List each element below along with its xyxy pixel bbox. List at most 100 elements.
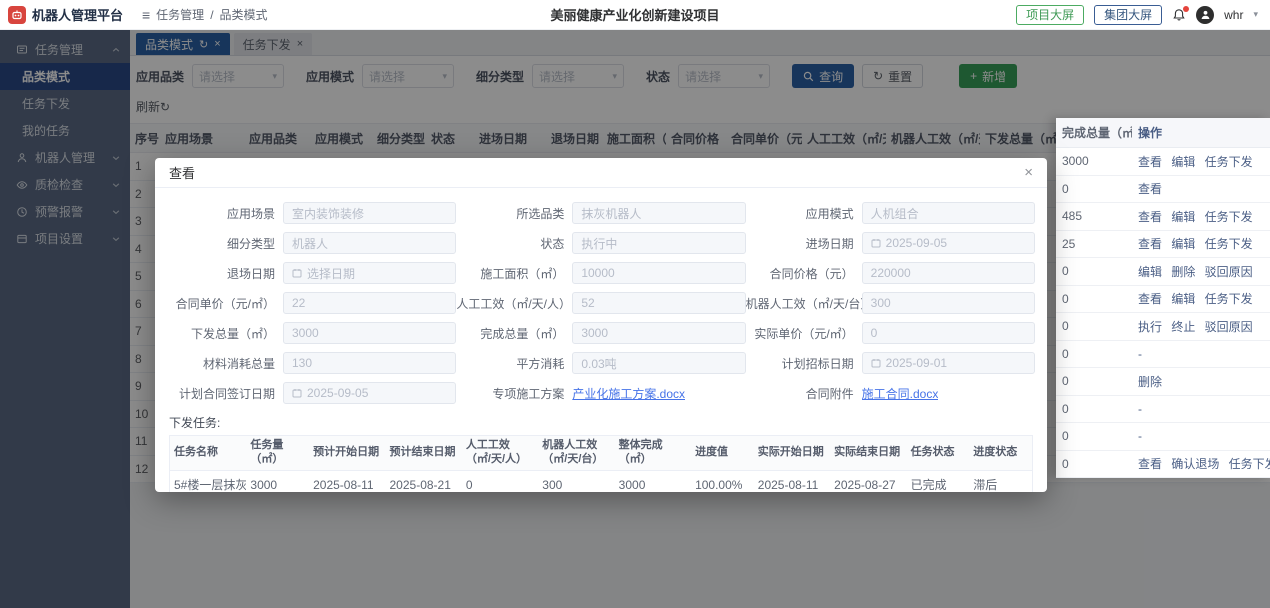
cell-done: 0 — [1062, 264, 1069, 279]
row-actions[interactable]: 查看 — [1132, 176, 1270, 203]
field-label: 合同价格（元） — [769, 266, 854, 281]
fixed-row: 0 查看 确认退场 任务下发 — [1056, 450, 1270, 478]
user-menu-chevron-down-icon[interactable]: ▾ — [1253, 9, 1258, 20]
close-icon[interactable]: × — [1024, 165, 1033, 180]
modal-header: 查看 × — [155, 158, 1047, 188]
scene-field[interactable]: 室内装饰装修 — [283, 202, 457, 224]
row-actions[interactable]: 删除 — [1132, 368, 1270, 395]
subcell-plan-end: 2025-08-21 — [389, 477, 451, 492]
breadcrumb-separator: / — [210, 7, 214, 22]
row-actions[interactable]: 查看 编辑 任务下发 — [1132, 231, 1270, 258]
price-field[interactable]: 220000 — [861, 262, 1035, 284]
field-label: 实际单价（元/㎡） — [754, 326, 854, 341]
field-label: 退场日期 — [226, 266, 275, 281]
modal-title: 查看 — [169, 166, 196, 181]
subcol-done: 整体完成（㎡） — [618, 439, 663, 465]
subcol-plan-end: 预计结束日期 — [389, 445, 456, 458]
cell-done: 0 — [1062, 346, 1069, 361]
row-actions[interactable]: - — [1132, 341, 1270, 368]
enter-date-field[interactable]: 2025-09-05 — [861, 232, 1035, 254]
contract-sign-date-field[interactable]: 2025-09-05 — [283, 382, 457, 404]
row-actions[interactable]: 编辑 删除 驳回原因 — [1132, 258, 1270, 285]
subtask-label: 下发任务: — [169, 416, 221, 430]
subcol-progress: 进度值 — [695, 445, 729, 458]
labor-eff-field[interactable]: 52 — [572, 292, 746, 314]
subcell-plan-start: 2025-08-11 — [313, 477, 374, 492]
fixed-row: 25 查看 编辑 任务下发 — [1056, 230, 1270, 258]
construction-plan-link[interactable]: 产业化施工方案.docx — [572, 385, 685, 402]
username[interactable]: whr — [1224, 8, 1243, 22]
cell-done: 0 — [1062, 181, 1069, 196]
view-modal: 查看 × 应用场景 室内装饰装修 所选品类 抹灰机器人 应用模式 人机组合 细分… — [155, 158, 1047, 492]
project-title: 美丽健康产业化创新建设项目 — [550, 8, 720, 23]
subcell-progress-status: 滞后 — [973, 478, 998, 492]
field-label: 应用模式 — [805, 206, 854, 221]
material-total-field[interactable]: 130 — [283, 352, 457, 374]
subtype-field[interactable]: 机器人 — [283, 232, 457, 254]
row-actions[interactable]: 查看 确认退场 任务下发 — [1132, 451, 1270, 478]
actual-unit-price-field[interactable]: 0 — [861, 322, 1035, 344]
subcell-actual-start: 2025-08-11 — [757, 477, 819, 492]
field-label: 应用场景 — [226, 206, 275, 221]
notification-bell-icon[interactable] — [1172, 5, 1190, 22]
subcol-labor-eff: 人工工效（㎡/天/人） — [465, 439, 528, 465]
subcol-actual-end: 实际结束日期 — [834, 445, 901, 458]
subcell-amount: 3000 — [250, 477, 278, 492]
subcell-name: 5#楼一层抹灰… — [174, 478, 247, 492]
row-actions[interactable]: - — [1132, 423, 1270, 450]
calendar-icon — [871, 358, 881, 368]
subcol-actual-start: 实际开始日期 — [757, 445, 824, 458]
fixed-row: 0 查看 — [1056, 175, 1270, 203]
avatar[interactable] — [1196, 5, 1215, 24]
row-actions[interactable]: 查看 编辑 任务下发 — [1132, 286, 1270, 313]
field-label: 平方消耗 — [516, 356, 565, 371]
subcell-done: 3000 — [618, 477, 646, 492]
field-label: 所选品类 — [516, 206, 565, 221]
exit-date-field[interactable]: 选择日期 — [283, 262, 457, 284]
field-label: 合同附件 — [805, 386, 854, 401]
cell-done: 0 — [1062, 291, 1069, 306]
fixed-row: 0 - — [1056, 340, 1270, 368]
collapse-menu-icon[interactable]: ≡ — [142, 7, 150, 23]
row-actions[interactable]: 执行 终止 驳回原因 — [1132, 313, 1270, 340]
contract-attachment-link[interactable]: 施工合同.docx — [862, 385, 939, 402]
issued-total-field[interactable]: 3000 — [283, 322, 457, 344]
project-screen-button[interactable]: 项目大屏 — [1016, 4, 1085, 25]
header-actions: 项目大屏 集团大屏 whr ▾ — [1016, 4, 1270, 25]
field-label: 人工工效（㎡/天/人） — [456, 296, 571, 311]
category-field[interactable]: 抹灰机器人 — [572, 202, 746, 224]
col-done: 完成总量（㎡） — [1062, 126, 1132, 140]
sqm-consumption-field[interactable]: 0.03吨 — [572, 352, 746, 374]
breadcrumb-section[interactable]: 任务管理 — [156, 6, 204, 23]
bid-date-field[interactable]: 2025-09-01 — [861, 352, 1035, 374]
subcell-actual-end: 2025-08-27 — [834, 477, 896, 492]
breadcrumb: ≡ 任务管理 / 品类模式 — [142, 6, 268, 23]
table-fixed-columns: 完成总量（㎡） 操作 3000 查看 编辑 任务下发 0 查看 485 查看 编… — [1056, 118, 1270, 478]
subcell-progress: 100.00% — [695, 477, 743, 492]
cell-done: 0 — [1062, 401, 1069, 416]
subtask-row: 5#楼一层抹灰… 3000 2025-08-11 2025-08-21 0 30… — [170, 470, 1032, 492]
subcol-plan-start: 预计开始日期 — [313, 445, 380, 458]
subcell-task-status: 已完成 — [910, 478, 947, 492]
cell-done: 0 — [1062, 319, 1069, 334]
row-actions[interactable]: 查看 编辑 任务下发 — [1132, 203, 1270, 230]
area-field[interactable]: 10000 — [572, 262, 746, 284]
mode-field[interactable]: 人机组合 — [861, 202, 1035, 224]
field-label: 完成总量（㎡） — [480, 326, 565, 341]
field-label: 材料消耗总量 — [202, 356, 275, 371]
done-total-field[interactable]: 3000 — [572, 322, 746, 344]
group-screen-button[interactable]: 集团大屏 — [1094, 4, 1163, 25]
app: 机器人管理平台 ≡ 任务管理 / 品类模式 美丽健康产业化创新建设项目 项目大屏… — [0, 0, 1270, 608]
row-actions[interactable]: - — [1132, 396, 1270, 423]
cell-done: 25 — [1062, 236, 1076, 251]
robot-eff-field[interactable]: 300 — [861, 292, 1035, 314]
status-field[interactable]: 执行中 — [572, 232, 746, 254]
row-actions[interactable]: 查看 编辑 任务下发 — [1132, 148, 1270, 175]
subtask-table: 任务名称 任务量（㎡） 预计开始日期 预计结束日期 人工工效（㎡/天/人） 机器… — [169, 435, 1033, 492]
unit-price-field[interactable]: 22 — [283, 292, 457, 314]
col-actions: 操作 — [1138, 126, 1163, 140]
field-label: 状态 — [540, 236, 565, 251]
cell-done: 0 — [1062, 429, 1069, 444]
field-label: 计划招标日期 — [781, 356, 854, 371]
fixed-row: 0 - — [1056, 423, 1270, 451]
